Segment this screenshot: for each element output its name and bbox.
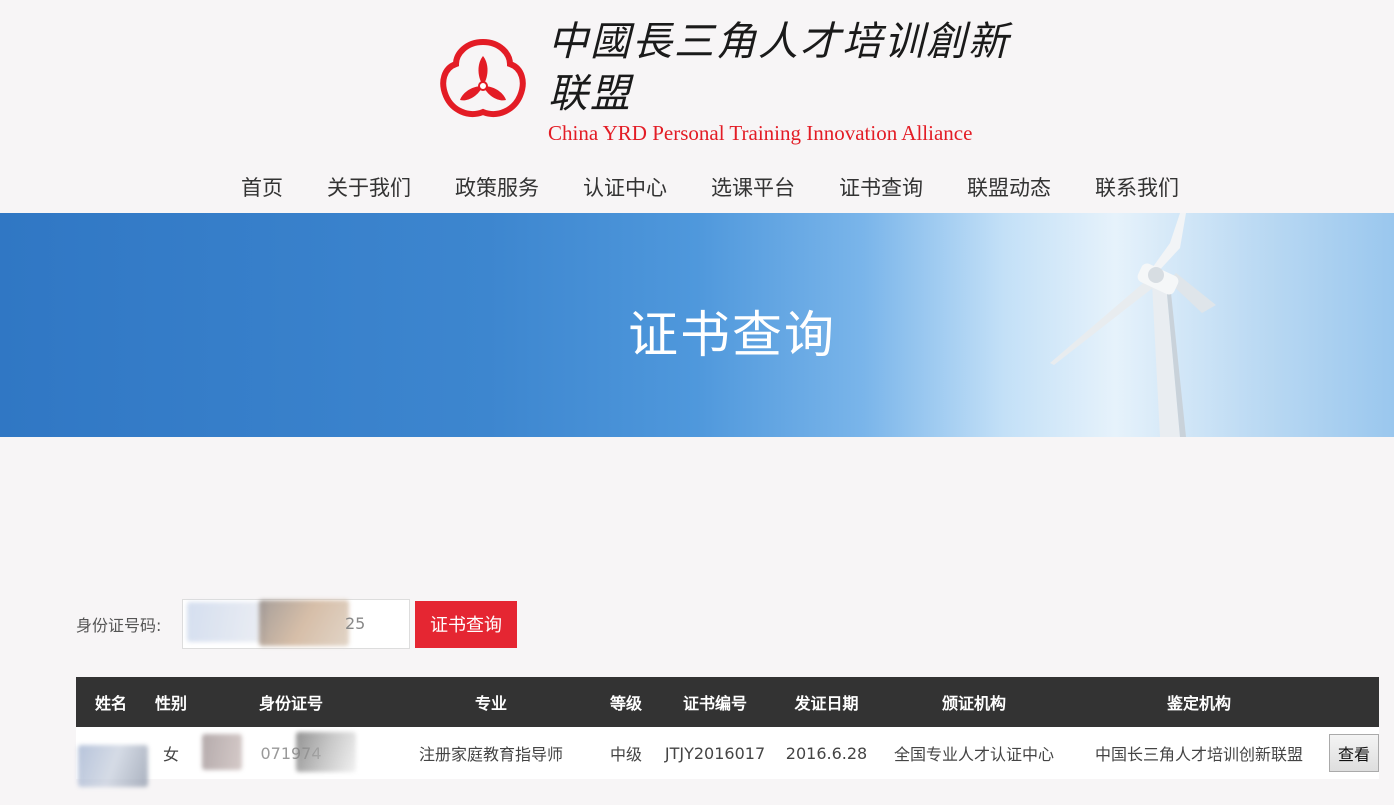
col-header-issue-date: 发证日期 [794,694,859,713]
brand-logo[interactable]: 中國長三角人才培训創新联盟 China YRD Personal Trainin… [440,19,1040,145]
table-row: 女 071974 注册家庭教育指导师 中级 JTJY2016017 2016.6… [76,727,1379,787]
redaction-mark [259,600,349,646]
id-number-value: 25 [345,614,366,633]
nav-item-about[interactable]: 关于我们 [305,168,433,208]
cell-issuer: 全国专业人才认证中心 [893,745,1054,764]
cell-id-number: 071974 [196,731,386,772]
cell-major: 注册家庭教育指导师 [418,745,563,764]
redaction-mark [296,731,356,772]
nav-item-policy[interactable]: 政策服务 [433,168,561,208]
cell-appraiser: 中国长三角人才培训创新联盟 [1094,745,1303,764]
nav-item-news[interactable]: 联盟动态 [945,168,1073,208]
brand-name-en: China YRD Personal Training Innovation A… [548,121,973,145]
col-header-issuer: 颁证机构 [941,694,1006,713]
redaction-mark [202,733,242,770]
cert-search-button[interactable]: 证书查询 [415,600,517,648]
nav-item-contact[interactable]: 联系我们 [1073,168,1201,208]
cell-level: 中级 [609,745,642,764]
col-header-level: 等级 [609,694,642,713]
cell-issue-date: 2016.6.28 [785,743,868,763]
nav-item-home[interactable]: 首页 [219,168,305,208]
nav-item-courses[interactable]: 选课平台 [689,168,817,208]
nav-item-certification[interactable]: 认证中心 [561,168,689,208]
id-number-input[interactable]: 25 [182,599,410,649]
table-header: 姓名 性别 身份证号 专业 等级 证书编号 发证日期 颁证机构 鉴定机构 [76,677,1379,727]
alliance-logo-icon [440,38,526,117]
main-nav: 首页 关于我们 政策服务 认证中心 选课平台 证书查询 联盟动态 联系我们 [219,168,1201,208]
banner-title: 证书查询 [628,306,836,364]
col-header-id-number: 身份证号 [258,694,323,713]
redaction-mark [78,745,148,787]
brand-name-cn: 中國長三角人才培训創新联盟 [548,19,1010,117]
cell-action: 查看 [1329,734,1379,772]
col-header-gender: 性别 [154,694,187,713]
col-header-major: 专业 [474,694,507,713]
view-cert-button[interactable]: 查看 [1329,734,1379,772]
redaction-mark [187,602,267,642]
nav-item-cert-query[interactable]: 证书查询 [817,168,945,208]
id-number-label: 身份证号码: [76,616,162,635]
cell-gender: 女 [162,745,179,764]
page-banner: 证书查询 [0,213,1394,437]
cert-search-form: 身份证号码: 25 证书查询 [76,599,517,649]
cert-results-table: 姓名 性别 身份证号 专业 等级 证书编号 发证日期 颁证机构 鉴定机构 女 0… [76,677,1379,787]
cell-cert-no: JTJY2016017 [664,743,766,763]
col-header-name: 姓名 [94,694,127,713]
col-header-cert-no: 证书编号 [682,694,747,713]
col-header-appraiser: 鉴定机构 [1166,694,1231,713]
